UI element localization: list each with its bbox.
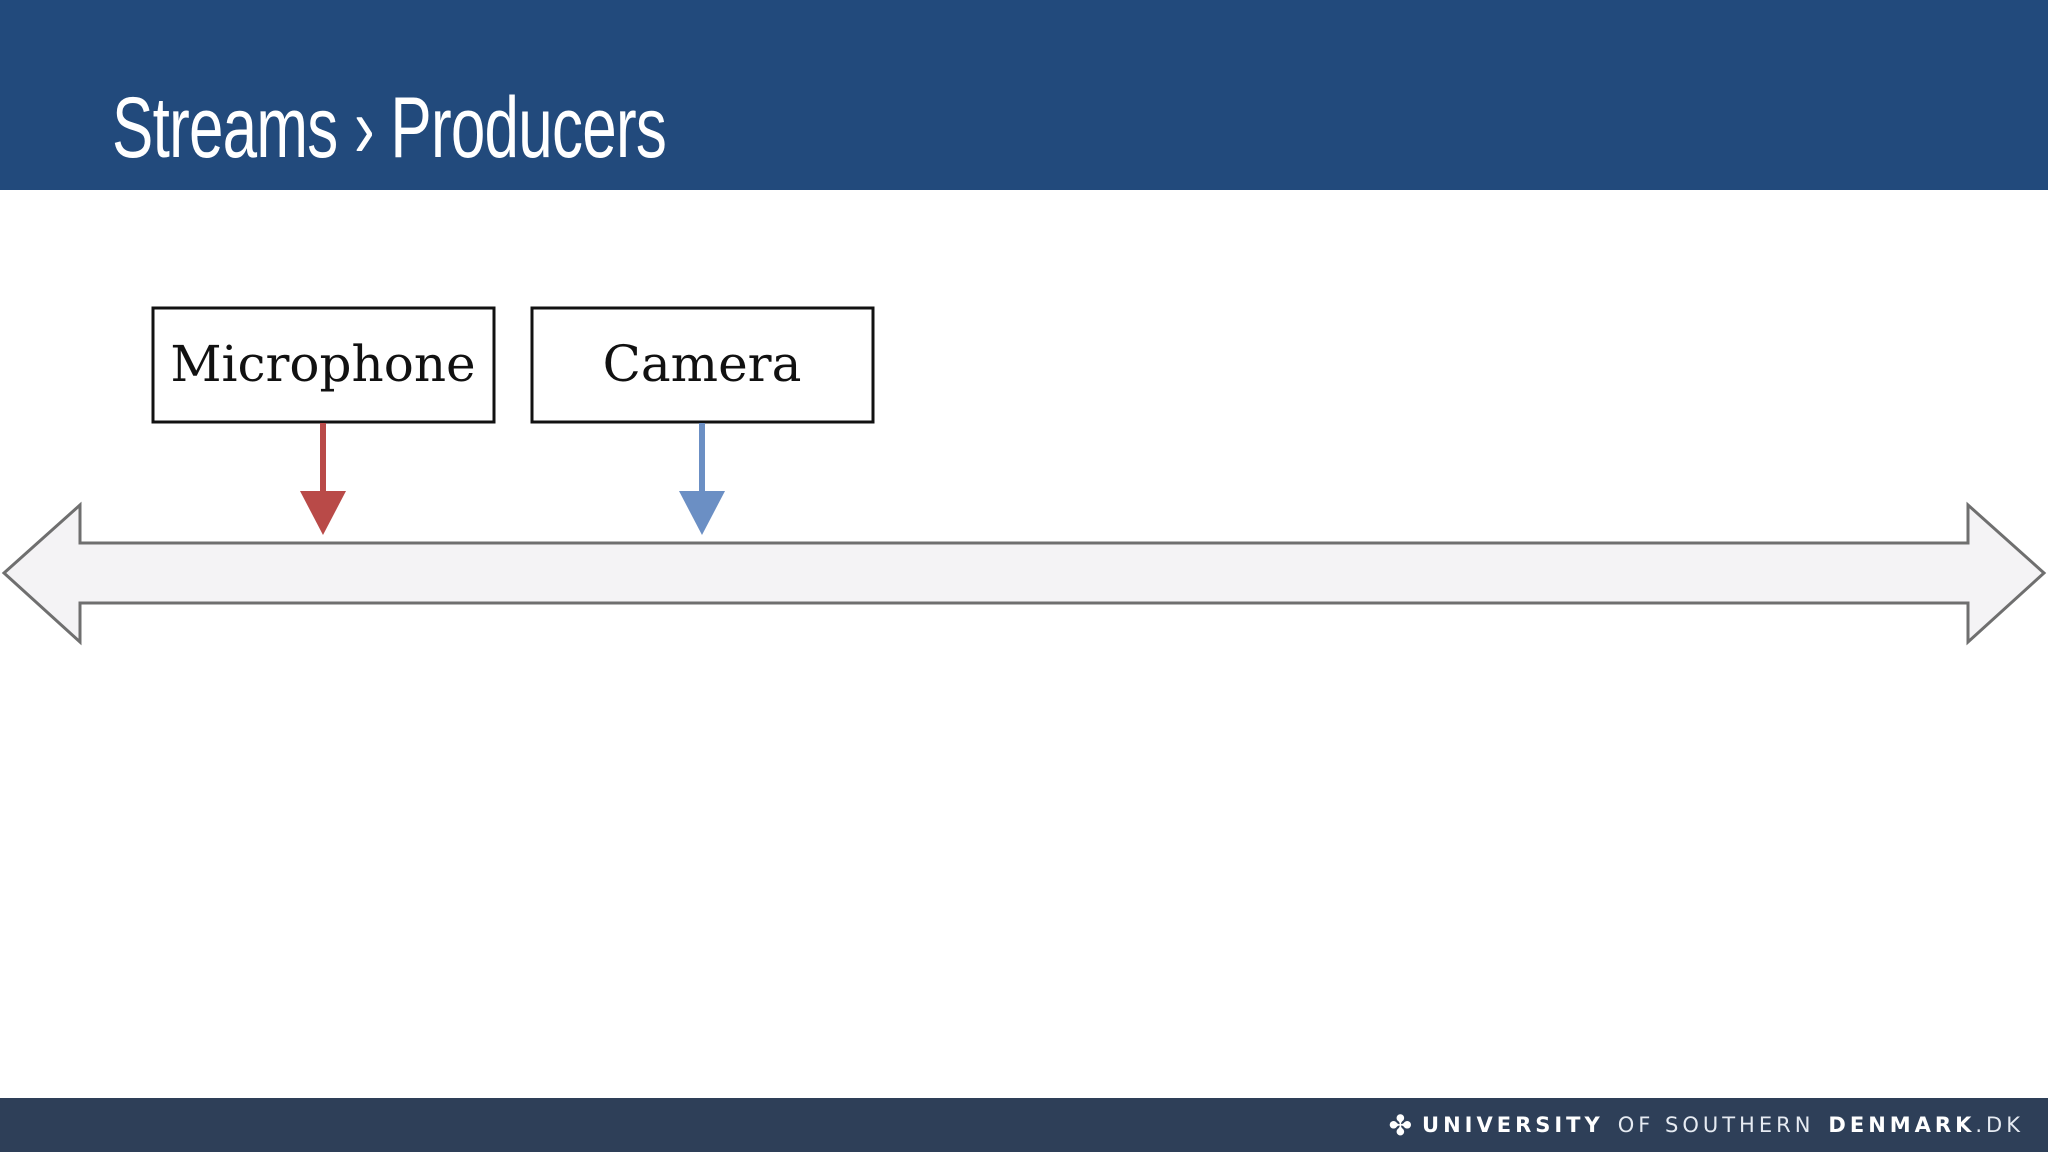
slide-title: Streams › Producers [112, 80, 667, 176]
logo-university-text: UNIVERSITY [1422, 1113, 1604, 1137]
logo-denmark-text: DENMARK [1828, 1113, 1976, 1137]
producer-microphone: Microphone [151, 306, 496, 535]
logo-dk-text: .DK [1975, 1113, 2024, 1137]
stream-double-arrow [1, 501, 2047, 646]
camera-arrow-head [679, 491, 725, 535]
producer-camera: Camera [530, 306, 875, 535]
logo-of-southern-text: OF SOUTHERN [1617, 1113, 1815, 1137]
footer-bar: ✤ UNIVERSITY OF SOUTHERN DENMARK .DK [0, 1098, 2048, 1152]
sdu-bird-logo-icon: ✤ [1388, 1108, 1413, 1142]
microphone-label: Microphone [170, 335, 475, 393]
university-logo[interactable]: ✤ UNIVERSITY OF SOUTHERN DENMARK .DK [1389, 1108, 2024, 1142]
microphone-arrow-head [300, 491, 346, 535]
stream-diagram: Microphone Camera [1, 306, 2047, 646]
camera-label: Camera [603, 335, 802, 393]
